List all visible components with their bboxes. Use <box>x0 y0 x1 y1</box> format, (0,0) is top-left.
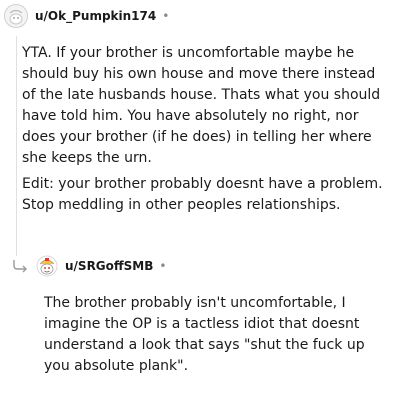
comment-header: u/Ok_Pumpkin174 • <box>4 4 169 28</box>
comment-header: u/SRGoffSMB • <box>36 255 166 277</box>
comment-body: YTA. If your brother is uncomfortable ma… <box>22 43 388 221</box>
user-avatar-icon[interactable] <box>4 4 28 28</box>
comment-body: The brother probably isn't uncomfortable… <box>44 293 390 382</box>
comment-paragraph: YTA. If your brother is uncomfortable ma… <box>22 45 381 166</box>
comment-paragraph: Edit: your brother probably doesnt have … <box>22 176 383 213</box>
username-link[interactable]: u/Ok_Pumpkin174 <box>35 9 156 23</box>
username-link[interactable]: u/SRGoffSMB <box>65 259 153 273</box>
separator-dot: • <box>159 259 167 273</box>
separator-dot: • <box>162 9 170 23</box>
user-avatar-icon[interactable] <box>36 255 58 277</box>
comment-paragraph: The brother probably isn't uncomfortable… <box>44 295 365 374</box>
reply-arrow-icon <box>12 258 30 277</box>
thread-line[interactable] <box>16 36 17 256</box>
